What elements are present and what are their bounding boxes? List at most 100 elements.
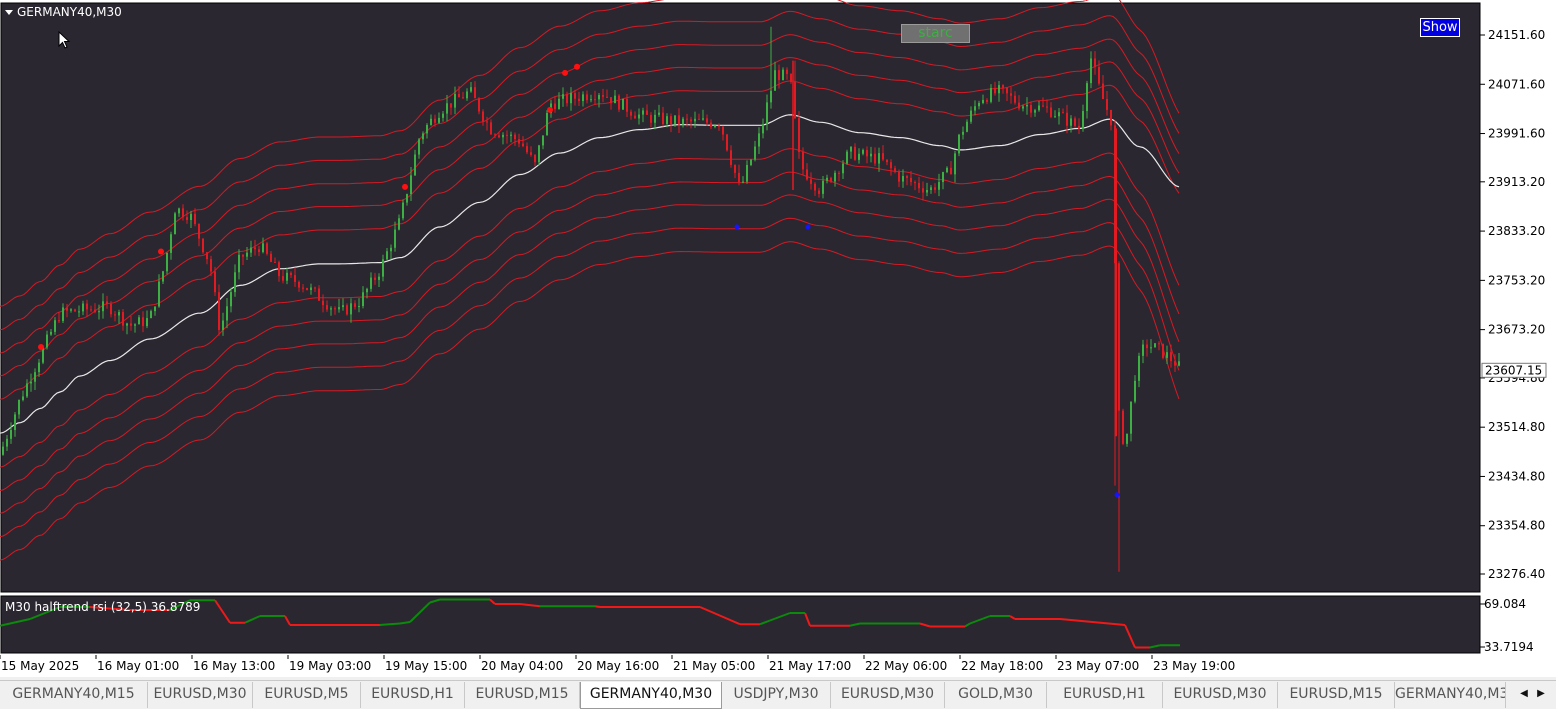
candle-body <box>2 446 4 455</box>
time-tick-label: 21 May 05:00 <box>673 659 755 673</box>
candle-body <box>854 146 856 160</box>
candle-body <box>850 146 852 152</box>
tab-scroll-left-icon[interactable]: ◀ <box>1517 685 1531 703</box>
candle-body <box>686 118 688 120</box>
chart-tab[interactable]: GERMANY40,M30 <box>580 682 722 709</box>
chart-tab[interactable]: EURUSD,M30 <box>831 682 945 708</box>
candle-body <box>798 118 800 153</box>
candle-body <box>34 372 36 382</box>
candle-body <box>382 259 384 277</box>
candle-body <box>274 261 276 263</box>
candle <box>166 252 168 275</box>
candle-body <box>626 98 628 112</box>
candle-body <box>898 172 900 182</box>
candle-body <box>738 172 740 182</box>
candle-body <box>206 252 208 260</box>
indicator-chart[interactable]: 69.084 33.7194 <box>0 595 1556 655</box>
chart-tab[interactable]: EURUSD,M30 <box>148 682 253 708</box>
candle-body <box>614 95 616 104</box>
chart-symbol-title[interactable]: GERMANY40,M30 <box>5 5 122 19</box>
candle <box>346 303 348 316</box>
candle-body <box>758 133 760 147</box>
candle-body <box>294 275 296 282</box>
candle-body <box>894 168 896 173</box>
starc-button[interactable]: starc <box>901 24 970 43</box>
signal-dot-red <box>158 248 164 255</box>
candle-body <box>1014 95 1016 103</box>
dropdown-triangle-icon[interactable] <box>5 10 13 15</box>
candle-body <box>238 254 240 273</box>
candle-body <box>134 324 136 326</box>
candle-body <box>1126 433 1128 444</box>
candle-body <box>442 113 444 118</box>
tab-scroll-right-icon[interactable]: ▶ <box>1534 685 1548 703</box>
candle-body <box>354 303 356 307</box>
candle-body <box>502 134 504 138</box>
price-chart[interactable]: 24151.60 24071.60 23991.60 23913.20 23833.20… <box>0 0 1556 595</box>
candle <box>958 133 960 157</box>
chart-tab[interactable]: GERMANY40,M30 <box>1395 682 1506 708</box>
chart-tab[interactable]: EURUSD,M15 <box>465 682 580 708</box>
candle-body <box>622 98 624 110</box>
candle-body <box>130 323 132 326</box>
candle <box>174 211 176 235</box>
candle-body <box>446 103 448 114</box>
candle-body <box>902 176 904 182</box>
chart-tab[interactable]: GOLD,M30 <box>945 682 1047 708</box>
candle-body <box>18 399 20 415</box>
candle-body <box>526 146 528 153</box>
candle-body <box>950 167 952 175</box>
candle-body <box>1050 107 1052 117</box>
show-button[interactable]: Show <box>1420 18 1460 37</box>
chart-tab[interactable]: GERMANY40,M15 <box>0 682 148 708</box>
candle-body <box>202 238 204 253</box>
candle-body <box>46 334 48 348</box>
candle-body <box>666 116 668 124</box>
candle-body <box>946 167 948 173</box>
candle-body <box>842 163 844 174</box>
chart-tab[interactable]: EURUSD,H1 <box>1047 682 1163 708</box>
candle-body <box>406 194 408 203</box>
candle-body <box>606 96 608 98</box>
candle-body <box>374 277 376 280</box>
candle-body <box>1166 352 1168 358</box>
price-tick-label: 23833.20 <box>1488 224 1545 238</box>
candle-body <box>970 110 972 122</box>
chart-tab[interactable]: EURUSD,M15 <box>1278 682 1395 708</box>
candle-body <box>530 152 532 155</box>
candle-body <box>762 124 764 134</box>
indicator-label: M30 halftrend rsi (32,5) 36.8789 <box>5 600 201 614</box>
candle-body <box>682 118 684 125</box>
candle-body <box>886 159 888 163</box>
chart-tab[interactable]: EURUSD,H1 <box>361 682 465 708</box>
chart-tab[interactable]: EURUSD,M30 <box>1163 682 1278 708</box>
candle-body <box>734 164 736 173</box>
time-axis: 15 May 2025 16 May 01:00 16 May 13:00 19 Ma… <box>0 655 1556 677</box>
candle-body <box>1022 106 1024 109</box>
candle-body <box>862 149 864 154</box>
candle <box>266 241 268 256</box>
candle-body <box>1170 352 1172 362</box>
candle-body <box>694 118 696 122</box>
candle-body <box>378 276 380 280</box>
candle-body <box>890 162 892 169</box>
candle-body <box>1038 105 1040 111</box>
time-tick-label: 23 May 19:00 <box>1153 659 1235 673</box>
candle-body <box>506 134 508 136</box>
chart-tab[interactable]: EURUSD,M5 <box>253 682 361 708</box>
candle-body <box>1054 116 1056 118</box>
candle-body <box>1062 112 1064 114</box>
candle-body <box>586 94 588 101</box>
candle-body <box>578 98 580 102</box>
candle-body <box>1134 380 1136 402</box>
candle-body <box>922 188 924 193</box>
candle-body <box>882 153 884 160</box>
candle-body <box>786 69 788 74</box>
chart-tab[interactable]: USDJPY,M30 <box>722 682 831 708</box>
candle-body <box>542 135 544 146</box>
candle-body <box>810 179 812 184</box>
candle-body <box>218 292 220 330</box>
candle-body <box>38 362 40 373</box>
candle <box>546 110 548 136</box>
candle-body <box>546 113 548 136</box>
